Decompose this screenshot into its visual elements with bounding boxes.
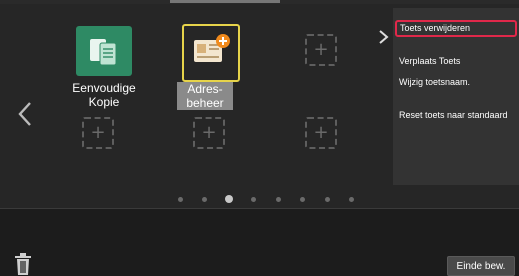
empty-slot[interactable]: + xyxy=(305,34,337,66)
page-dot[interactable] xyxy=(251,197,256,202)
chevron-right-icon xyxy=(379,30,389,44)
bottom-bar: Einde bew. xyxy=(0,208,519,276)
page-dot-active[interactable] xyxy=(225,195,233,203)
page-dot[interactable] xyxy=(177,197,183,202)
address-book-tile[interactable] xyxy=(182,24,240,82)
empty-slot[interactable]: + xyxy=(305,117,337,149)
previous-page-button[interactable] xyxy=(14,99,38,129)
simple-copy-label: Eenvoudige Kopie xyxy=(72,81,136,109)
page-dot[interactable] xyxy=(349,197,354,202)
plus-icon: + xyxy=(313,39,329,60)
end-edit-button[interactable]: Einde bew. xyxy=(447,256,515,276)
empty-slot[interactable]: + xyxy=(193,117,225,149)
menu-item-reset-key[interactable]: Reset toets naar standaard xyxy=(399,110,513,121)
address-book-icon xyxy=(194,34,230,62)
collapse-menu-button[interactable] xyxy=(377,26,391,48)
home-screen: Eenvoudige Kopie Adres- beheer + + + + T… xyxy=(0,4,519,208)
copy-icon xyxy=(90,39,117,66)
page-dot[interactable] xyxy=(275,197,281,202)
plus-icon: + xyxy=(201,122,217,143)
page-dot[interactable] xyxy=(300,197,305,202)
divider xyxy=(0,208,519,209)
menu-item-rename-key[interactable]: Wijzig toetsnaam. xyxy=(399,77,513,88)
chevron-left-icon xyxy=(18,102,31,126)
simple-copy-tile[interactable] xyxy=(76,26,132,76)
top-indicator xyxy=(170,0,280,3)
key-context-menu: Toets verwijderen Verplaats Toets Wijzig… xyxy=(393,8,519,185)
address-book-label: Adres- beheer xyxy=(177,82,233,110)
plus-icon: + xyxy=(313,122,329,143)
trash-icon xyxy=(15,253,31,275)
delete-button[interactable] xyxy=(12,252,34,276)
page-indicator xyxy=(0,194,380,204)
empty-slot[interactable]: + xyxy=(82,117,114,149)
page-dot[interactable] xyxy=(202,197,207,202)
menu-item-move-key[interactable]: Verplaats Toets xyxy=(399,56,513,67)
page-dot[interactable] xyxy=(324,197,330,202)
plus-icon: + xyxy=(90,122,106,143)
menu-item-delete-key[interactable]: Toets verwijderen xyxy=(395,20,517,37)
